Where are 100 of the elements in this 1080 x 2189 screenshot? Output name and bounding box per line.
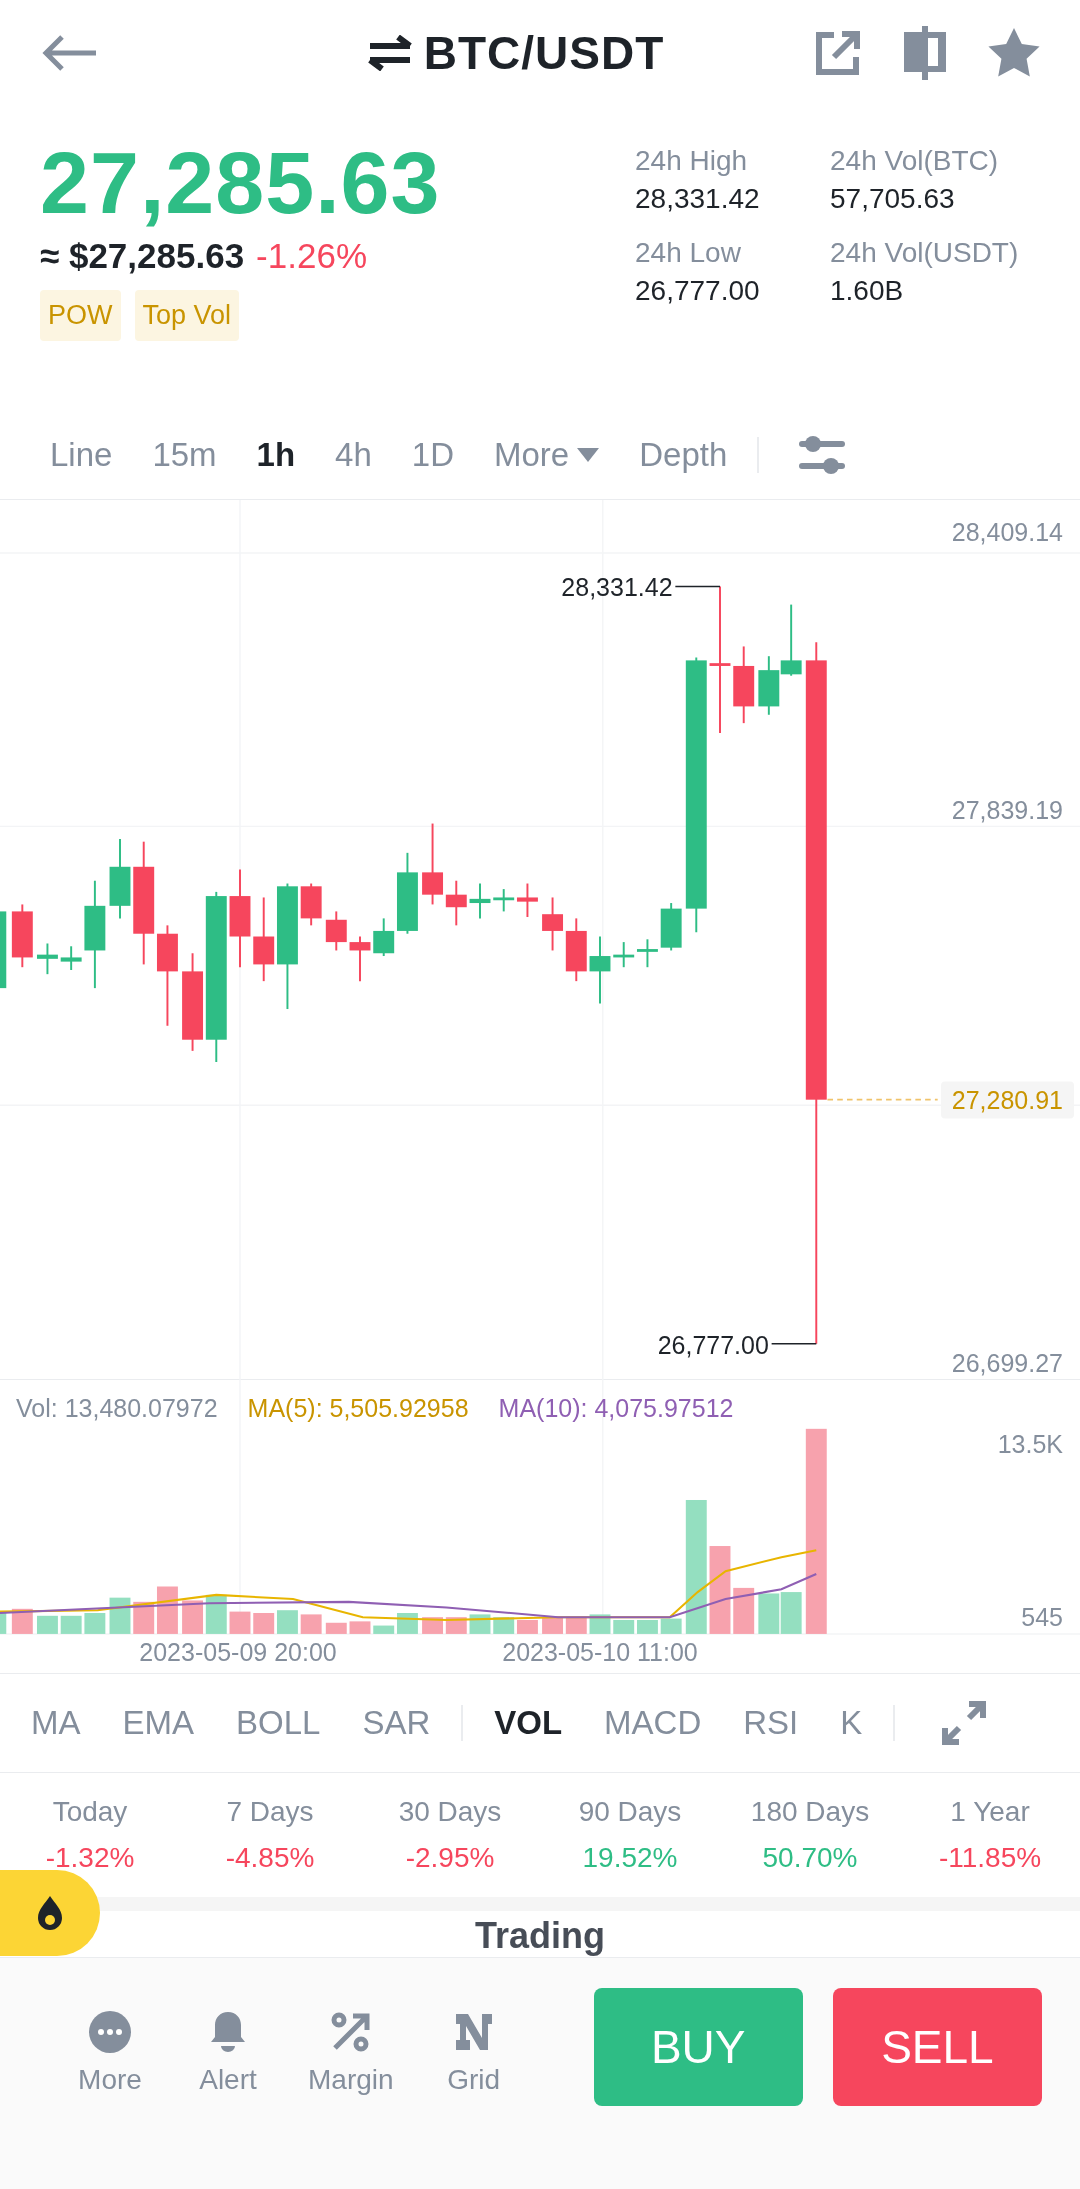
- candle: [60, 945, 82, 971]
- volume-bar: [325, 1622, 347, 1634]
- indicator-tab[interactable]: SAR: [341, 1704, 452, 1742]
- interval-tab[interactable]: Depth: [619, 435, 748, 474]
- period-label: 1 Year: [950, 1796, 1030, 1828]
- period-change: -11.85%: [938, 1842, 1042, 1874]
- volume-bar: [300, 1614, 322, 1634]
- period-change: 19.52%: [582, 1842, 678, 1874]
- interval-tab[interactable]: 1h: [236, 435, 316, 474]
- candle: [11, 903, 33, 969]
- fiat-price: ≈ $27,285.63: [40, 235, 245, 276]
- indicator-tab[interactable]: MA: [10, 1704, 102, 1742]
- stat-label: 24h Vol(BTC): [830, 145, 1000, 177]
- action-button[interactable]: Grid: [435, 1988, 512, 2096]
- candle: [325, 910, 347, 952]
- star-icon[interactable]: [988, 27, 1040, 78]
- candle: [373, 917, 395, 957]
- period-label: 90 Days: [578, 1796, 682, 1828]
- section-title: Trading: [475, 1915, 605, 1957]
- volume-bar: [373, 1625, 395, 1634]
- share-icon[interactable]: [814, 28, 862, 77]
- candle: [637, 938, 658, 969]
- volume-value: Vol: 13,480.07972: [16, 1394, 218, 1423]
- stat-label: 24h Vol(USDT): [830, 237, 1020, 269]
- interval-tab[interactable]: 15m: [132, 435, 237, 474]
- volume-bar: [182, 1600, 203, 1634]
- candle: [565, 917, 587, 983]
- stat-value: 28,331.42: [635, 183, 761, 215]
- volume-bar: [84, 1613, 106, 1634]
- pair-title: BTC/USDT: [423, 25, 665, 80]
- fire-badge[interactable]: [0, 1870, 100, 1956]
- time-axis-label: 2023-05-09 20:00: [139, 1638, 337, 1667]
- period-label: 180 Days: [750, 1796, 870, 1828]
- volume-axis-label: 545: [1021, 1602, 1063, 1632]
- period-label: Today: [52, 1796, 128, 1828]
- period-change: -1.32%: [45, 1842, 135, 1874]
- tag[interactable]: Top Vol: [134, 289, 240, 341]
- candle: [445, 879, 467, 927]
- volume-bar: [109, 1597, 131, 1634]
- candle: [758, 655, 780, 716]
- price-axis-label: 26,699.27: [951, 1348, 1063, 1378]
- period-change: 50.70%: [762, 1842, 858, 1874]
- volume-bar: [613, 1620, 635, 1634]
- candle: [300, 882, 322, 927]
- swap-icon[interactable]: [367, 34, 412, 71]
- leader-line: [770, 1343, 817, 1345]
- candle: [469, 882, 491, 920]
- stat-value: 26,777.00: [635, 275, 761, 307]
- interval-tab[interactable]: 4h: [315, 435, 392, 474]
- period-label: 7 Days: [226, 1796, 314, 1828]
- last-price: 27,285.63: [40, 135, 442, 232]
- indicator-tab[interactable]: VOL: [473, 1704, 584, 1742]
- stat-label: 24h High: [635, 145, 749, 177]
- interval-tab[interactable]: More: [474, 435, 620, 474]
- time-axis-label: 2023-05-10 11:00: [502, 1638, 698, 1667]
- volume-bar: [60, 1615, 82, 1634]
- buy-button[interactable]: BUY: [593, 1988, 803, 2106]
- stat-value: 57,705.63: [830, 183, 956, 215]
- candle: [660, 902, 682, 952]
- candle: [613, 941, 635, 969]
- volume-bar: [229, 1611, 251, 1634]
- ma10-value: MA(10): 4,075.97512: [498, 1394, 734, 1423]
- last-price-label: 27,280.91: [940, 1081, 1074, 1119]
- price-axis-label: 27,839.19: [951, 795, 1063, 825]
- more-icon: [88, 2010, 132, 2054]
- indicator-tab[interactable]: RSI: [722, 1704, 820, 1742]
- volume-bar: [0, 1613, 7, 1634]
- volume-bar: [157, 1586, 178, 1634]
- volume-bar: [758, 1593, 780, 1634]
- expand-button[interactable]: [941, 1700, 988, 1746]
- volume-bar: [37, 1615, 58, 1634]
- volume-bar: [780, 1592, 802, 1634]
- action-button[interactable]: Alert: [190, 1988, 266, 2096]
- volume-bar: [733, 1587, 755, 1634]
- candle: [542, 896, 563, 952]
- stat-label: 24h Low: [635, 237, 742, 269]
- volume-bar: [253, 1613, 275, 1634]
- period-change: -2.95%: [405, 1842, 495, 1874]
- indicator-tab[interactable]: EMA: [101, 1704, 215, 1742]
- interval-tab[interactable]: 1D: [391, 435, 474, 474]
- price-axis-label: 28,409.14: [951, 517, 1063, 547]
- period-label: 30 Days: [398, 1796, 502, 1828]
- volume-bar: [517, 1620, 538, 1634]
- sell-button[interactable]: SELL: [832, 1988, 1042, 2106]
- period-change: -4.85%: [225, 1842, 315, 1874]
- leader-line: [674, 585, 721, 588]
- price-change: -1.26%: [256, 235, 367, 276]
- candle: [493, 888, 515, 913]
- indicator-tab[interactable]: MACD: [583, 1704, 723, 1742]
- indicator-tab[interactable]: BOLL: [215, 1704, 342, 1742]
- action-button[interactable]: More: [72, 1988, 148, 2096]
- back-button[interactable]: [40, 32, 98, 73]
- high-price-label: 28,331.42: [561, 572, 673, 602]
- interval-tab[interactable]: Line: [30, 435, 133, 474]
- tag[interactable]: POW: [40, 289, 121, 341]
- candlestick-icon[interactable]: [902, 25, 948, 80]
- indicator-tab[interactable]: K: [819, 1704, 884, 1742]
- ma5-value: MA(5): 5,505.92958: [247, 1394, 469, 1423]
- volume-bar: [660, 1618, 682, 1634]
- action-button[interactable]: Margin: [308, 1988, 394, 2096]
